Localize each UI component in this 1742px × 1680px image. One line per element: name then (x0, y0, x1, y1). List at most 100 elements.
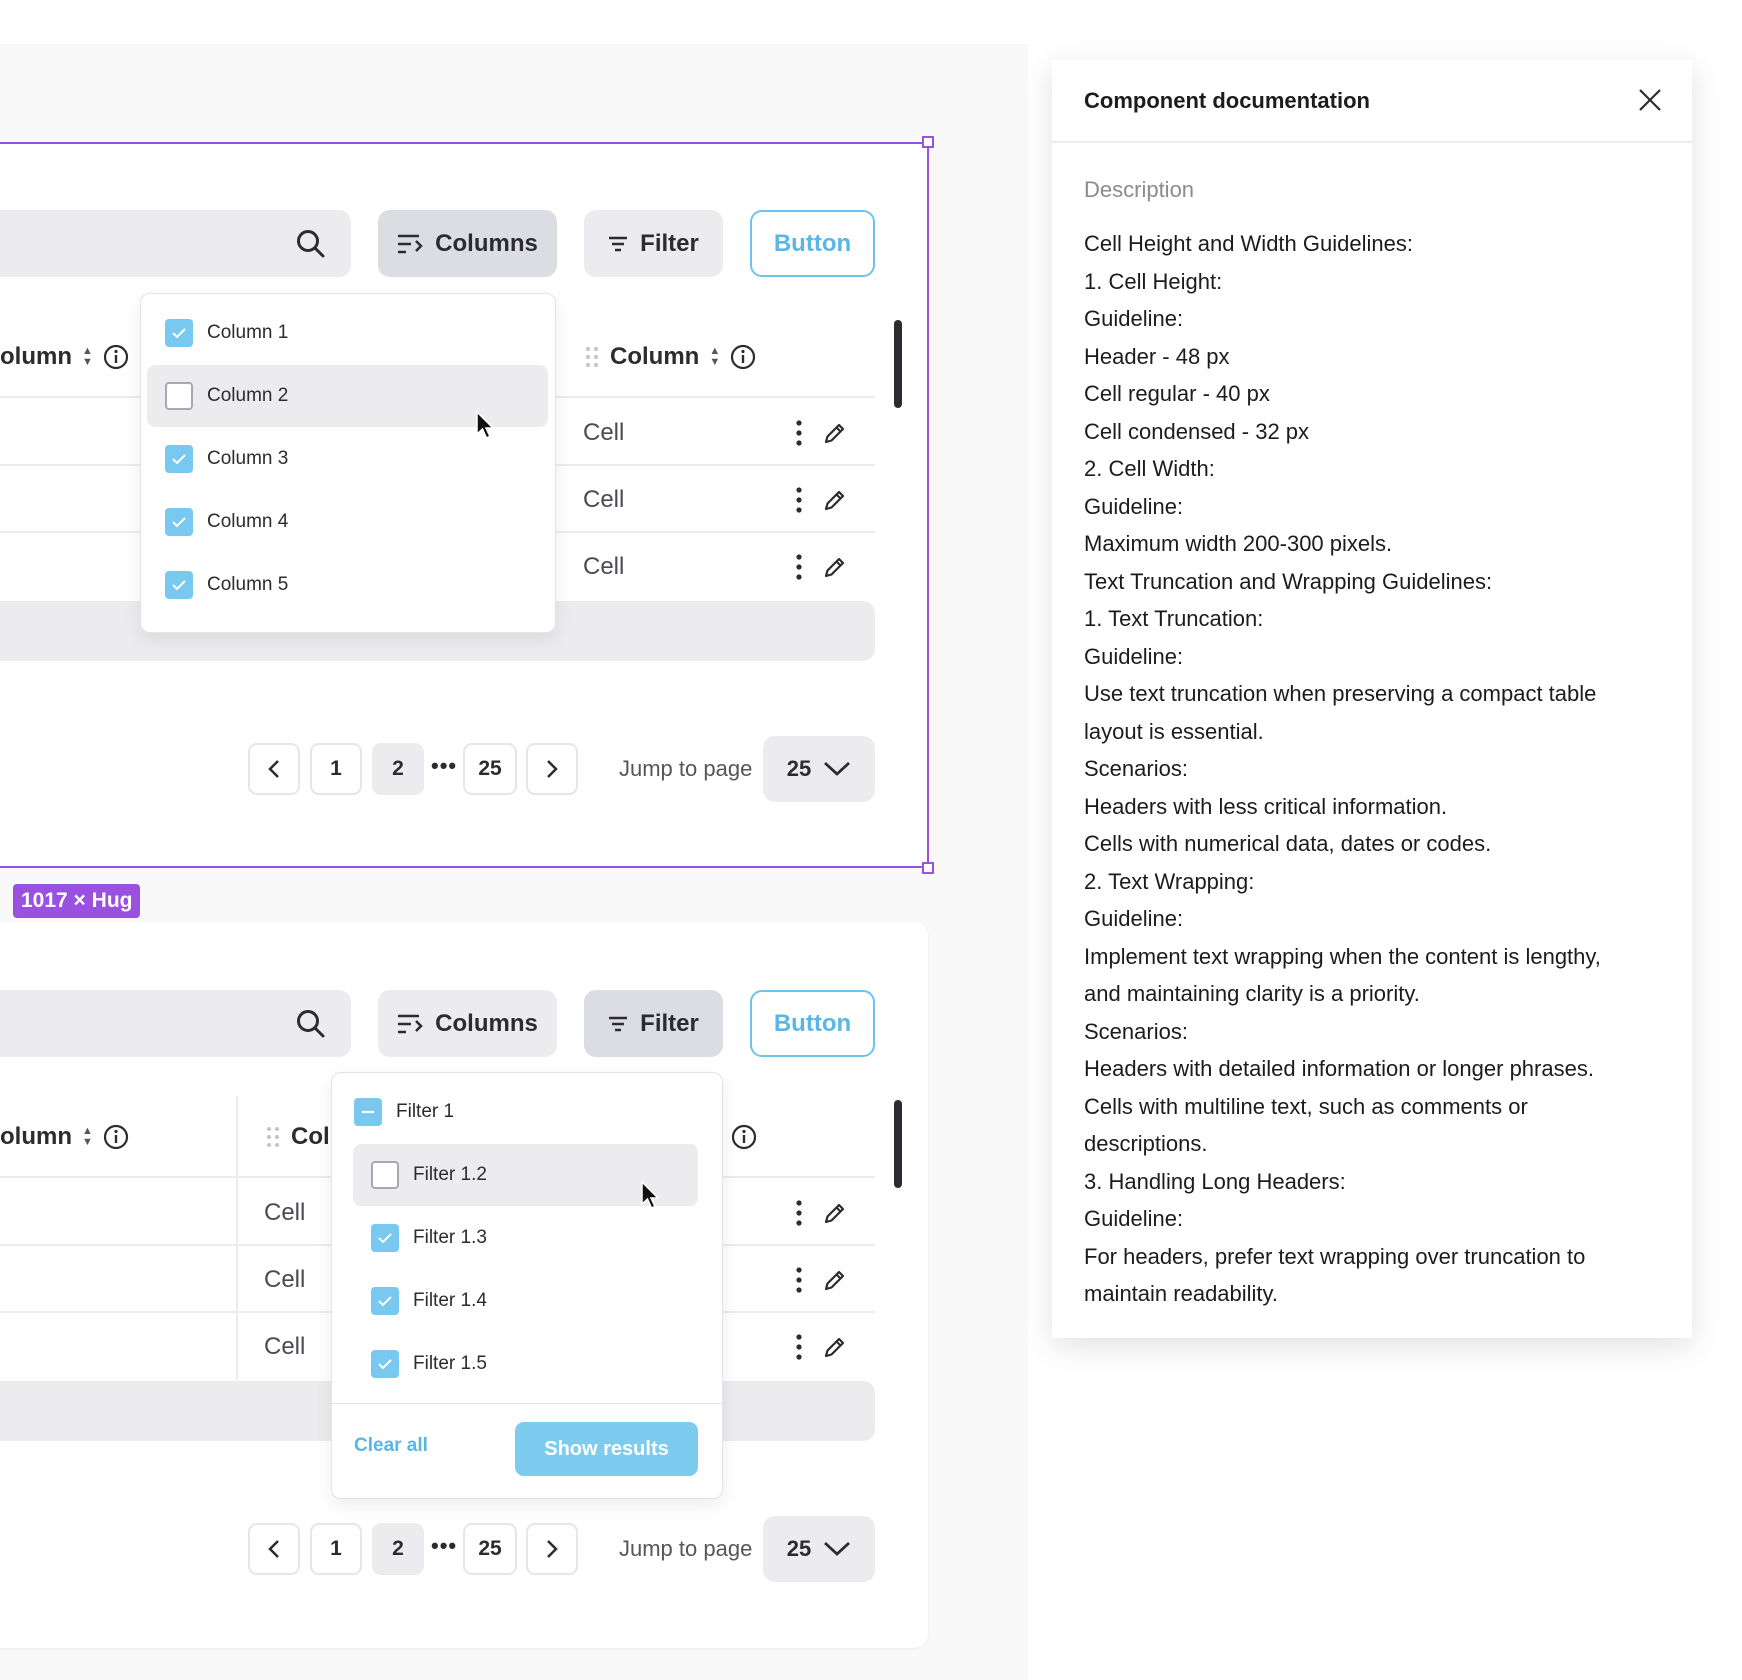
vertical-scrollbar[interactable] (894, 1100, 902, 1188)
sort-icon[interactable]: ▲ ▼ (709, 345, 720, 368)
next-page-button[interactable] (526, 1523, 578, 1575)
column-option[interactable]: Column 5 (147, 554, 548, 616)
column-option-label: Column 3 (207, 448, 289, 469)
edit-icon[interactable] (823, 555, 847, 579)
page-button-25[interactable]: 25 (463, 743, 517, 795)
filter-button-label: Filter (640, 1009, 699, 1037)
checkbox-unchecked[interactable] (165, 382, 193, 410)
doc-line: Header - 48 px (1084, 343, 1230, 369)
page-button-2[interactable]: 2 (372, 1523, 424, 1575)
checkmark-icon (172, 328, 186, 339)
documentation-section-title: Description (1084, 177, 1195, 202)
chevron-left-icon (268, 760, 279, 778)
page-button-25[interactable]: 25 (463, 1523, 517, 1575)
page-button-1[interactable]: 1 (310, 743, 362, 795)
column-header-label: olumn (0, 1122, 72, 1150)
drag-handle-icon[interactable] (265, 1125, 281, 1149)
more-options-icon[interactable] (796, 487, 802, 513)
filter-option[interactable]: Filter 1.5 (353, 1333, 698, 1395)
page-button-2[interactable]: 2 (372, 743, 424, 795)
edit-icon[interactable] (823, 421, 847, 445)
checkbox-checked[interactable] (371, 1224, 399, 1252)
jump-to-page-value: 25 (786, 1536, 812, 1561)
chevron-right-icon (547, 1540, 558, 1558)
columns-button[interactable]: Columns (378, 990, 557, 1057)
primary-button[interactable]: Button (750, 990, 875, 1057)
column-option[interactable]: Column 1 (147, 302, 548, 364)
filter-button[interactable]: Filter (584, 990, 723, 1057)
edit-icon[interactable] (823, 1268, 847, 1292)
checkbox-checked[interactable] (371, 1287, 399, 1315)
close-icon[interactable] (1636, 86, 1664, 114)
doc-line: Cells with multiline text, such as comme… (1084, 1093, 1528, 1119)
table-cell: Cell (583, 553, 625, 580)
filter-dropdown: Filter 1 Filter 1.2 Filter 1.3 Filter 1.… (331, 1072, 723, 1499)
chevron-down-icon (824, 761, 851, 776)
filter-group-option[interactable]: Filter 1 (336, 1081, 718, 1143)
sort-icon[interactable]: ▲ ▼ (82, 1125, 93, 1148)
edit-icon[interactable] (823, 1201, 847, 1225)
filter-button[interactable]: Filter (584, 210, 723, 277)
drag-handle-icon[interactable] (584, 345, 600, 369)
column-option[interactable]: Column 4 (147, 491, 548, 553)
checkbox-checked[interactable] (165, 445, 193, 473)
doc-line: Text Truncation and Wrapping Guidelines: (1084, 568, 1493, 594)
clear-all-link[interactable]: Clear all (354, 1435, 428, 1457)
edit-icon[interactable] (823, 488, 847, 512)
columns-button[interactable]: Columns (378, 210, 557, 277)
search-input[interactable] (0, 990, 351, 1057)
more-options-icon[interactable] (796, 554, 802, 580)
more-options-icon[interactable] (796, 1334, 802, 1360)
table-cell: Cell (264, 1199, 306, 1226)
checkbox-indeterminate[interactable] (354, 1098, 382, 1126)
column-header[interactable]: Col (265, 1100, 330, 1173)
info-icon[interactable] (730, 344, 756, 370)
filter-option[interactable]: Filter 1.3 (353, 1207, 698, 1269)
doc-line: Guideline: (1084, 643, 1184, 669)
table-cell: Cell (583, 486, 625, 513)
resize-handle[interactable] (922, 136, 934, 148)
doc-line: descriptions. (1084, 1131, 1208, 1156)
filter-icon (609, 236, 628, 251)
columns-button-label: Columns (435, 1009, 538, 1037)
checkbox-unchecked[interactable] (371, 1161, 399, 1189)
doc-line: 2. Text Wrapping: (1084, 868, 1255, 894)
prev-page-button[interactable] (248, 1523, 300, 1575)
search-input[interactable] (0, 210, 351, 277)
info-icon[interactable] (731, 1124, 757, 1150)
column-header[interactable]: olumn ▲ ▼ (0, 1100, 129, 1173)
jump-to-page-select[interactable]: 25 (763, 736, 875, 802)
jump-to-page-label: Jump to page (619, 756, 753, 781)
edit-icon[interactable] (823, 1335, 847, 1359)
show-results-button[interactable]: Show results (515, 1422, 698, 1476)
more-options-icon[interactable] (796, 1267, 802, 1293)
doc-line: layout is essential. (1084, 718, 1264, 744)
column-header[interactable]: Column ▲ ▼ (584, 320, 756, 393)
info-icon[interactable] (103, 344, 129, 370)
more-options-icon[interactable] (796, 1200, 802, 1226)
prev-page-button[interactable] (248, 743, 300, 795)
column-option-label: Column 1 (207, 322, 289, 343)
resize-handle[interactable] (922, 862, 934, 874)
jump-to-page-select[interactable]: 25 (763, 1516, 875, 1582)
column-header[interactable]: olumn ▲ ▼ (0, 320, 129, 393)
sort-icon[interactable]: ▲ ▼ (82, 345, 93, 368)
info-icon[interactable] (103, 1124, 129, 1150)
doc-line: and maintaining clarity is a priority. (1084, 981, 1420, 1006)
checkmark-icon (378, 1359, 392, 1370)
column-option-label: Column 2 (207, 385, 289, 406)
doc-line: Guideline: (1084, 1206, 1184, 1231)
page-button-1[interactable]: 1 (310, 1523, 362, 1575)
checkbox-checked[interactable] (165, 571, 193, 599)
checkbox-checked[interactable] (165, 508, 193, 536)
checkbox-checked[interactable] (371, 1350, 399, 1378)
checkbox-checked[interactable] (165, 319, 193, 347)
filter-option[interactable]: Filter 1.4 (353, 1270, 698, 1332)
next-page-button[interactable] (526, 743, 578, 795)
pagination-ellipsis: ••• (431, 753, 458, 778)
primary-button[interactable]: Button (750, 210, 875, 277)
more-options-icon[interactable] (796, 420, 802, 446)
checkmark-icon (172, 454, 186, 465)
vertical-scrollbar[interactable] (894, 320, 902, 408)
column-option-label: Column 5 (207, 574, 289, 595)
